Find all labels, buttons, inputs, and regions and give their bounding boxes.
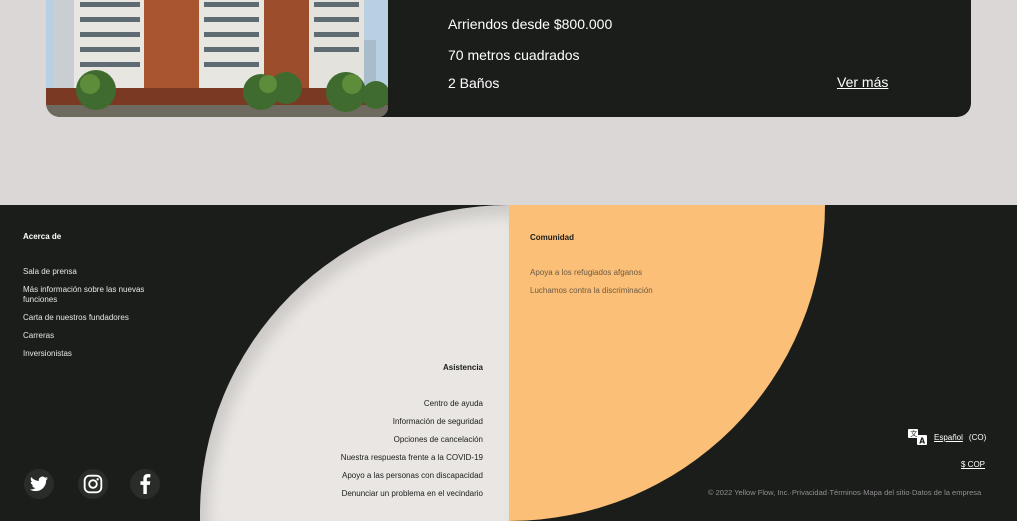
- instagram-icon: [83, 474, 103, 494]
- community-link-refugees[interactable]: Apoya a los refugiados afganos: [530, 268, 642, 277]
- legal-link-terms[interactable]: Términos: [829, 488, 860, 497]
- listing-price: Arriendos desde $800.000: [448, 16, 613, 32]
- currency-selector[interactable]: $ COP: [961, 460, 985, 469]
- svg-text:A: A: [919, 437, 925, 446]
- about-link-investors[interactable]: Inversionistas: [23, 349, 72, 358]
- about-title: Acerca de: [23, 232, 62, 241]
- about-link-press[interactable]: Sala de prensa: [23, 267, 77, 276]
- facebook-button[interactable]: [130, 469, 160, 499]
- legal-link-privacy[interactable]: Privacidad: [792, 488, 827, 497]
- legal-link-sitemap[interactable]: Mapa del sitio: [863, 488, 909, 497]
- about-link-careers[interactable]: Carreras: [23, 331, 54, 340]
- help-link-safety[interactable]: Información de seguridad: [393, 417, 483, 426]
- language-label[interactable]: Español: [934, 433, 963, 442]
- instagram-button[interactable]: [78, 469, 108, 499]
- see-more-link[interactable]: Ver más: [837, 74, 888, 90]
- about-link-features[interactable]: Más información sobre las nuevas: [23, 285, 144, 294]
- community-link-discrimination[interactable]: Luchamos contra la discriminación: [530, 286, 653, 295]
- help-link-disability[interactable]: Apoyo a las personas con discapacidad: [342, 471, 483, 480]
- language-selector[interactable]: 文 A Español (CO): [908, 429, 986, 445]
- listing-baths: 2 Baños: [448, 75, 500, 91]
- building-photo: [46, 0, 388, 117]
- language-region: (CO): [968, 432, 987, 442]
- help-link-center[interactable]: Centro de ayuda: [424, 399, 483, 408]
- footer: Acerca de Sala de prensa Más información…: [0, 205, 1017, 521]
- copyright-text: © 2022 Yellow Flow, Inc.: [708, 488, 790, 497]
- help-title: Asistencia: [442, 363, 483, 372]
- twitter-icon: [30, 476, 48, 492]
- legal-link-company[interactable]: Datos de la empresa: [912, 488, 981, 497]
- help-link-report[interactable]: Denunciar un problema en el vecindario: [342, 489, 483, 498]
- listing-card: Arriendos desde $800.000 70 metros cuadr…: [46, 0, 971, 117]
- help-link-covid[interactable]: Nuestra respuesta frente a la COVID-19: [341, 453, 483, 462]
- footer-help-column: Asistencia Centro de ayuda Información d…: [300, 205, 483, 521]
- translate-icon: 文 A: [908, 429, 927, 446]
- about-link-features-cont[interactable]: funciones: [23, 295, 57, 304]
- footer-decor-orange: [509, 205, 825, 521]
- twitter-button[interactable]: [24, 469, 54, 499]
- svg-text:文: 文: [910, 429, 917, 438]
- listing-area: 70 metros cuadrados: [448, 47, 580, 63]
- about-link-founders[interactable]: Carta de nuestros fundadores: [23, 313, 129, 322]
- help-link-cancellation[interactable]: Opciones de cancelación: [394, 435, 483, 444]
- facebook-icon: [140, 474, 151, 494]
- community-title: Comunidad: [530, 233, 574, 242]
- legal-bar: © 2022 Yellow Flow, Inc.·Privacidad·Térm…: [708, 488, 981, 497]
